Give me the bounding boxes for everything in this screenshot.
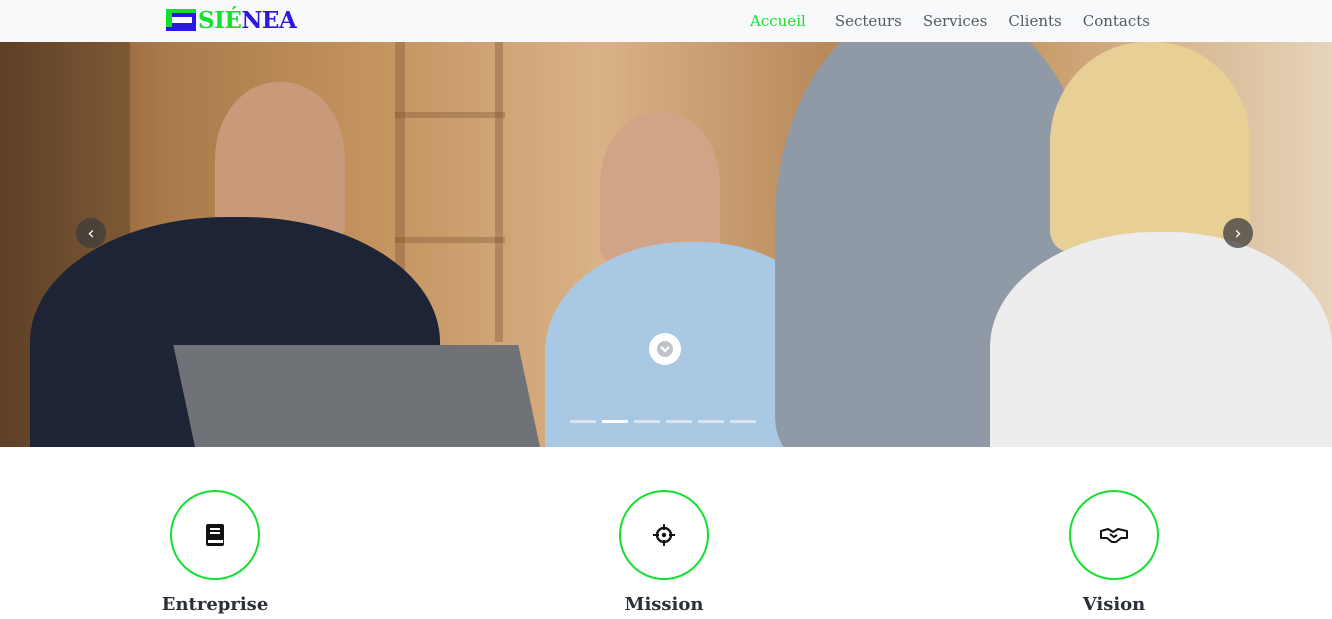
nav-item-secteurs[interactable]: Secteurs [835, 12, 902, 30]
main-nav: Accueil Secteurs Services Clients Contac… [729, 0, 1150, 42]
handshake-icon [1100, 528, 1128, 543]
carousel-indicator[interactable] [634, 420, 660, 423]
hero-carousel: ‹ › [0, 42, 1332, 447]
logo-mark-icon [166, 9, 196, 31]
nav-item-services[interactable]: Services [923, 12, 988, 30]
carousel-indicator[interactable] [570, 420, 596, 423]
person-striped-shirt [990, 232, 1332, 447]
shelf-board [395, 237, 505, 243]
carousel-indicator[interactable] [698, 420, 724, 423]
feature-circle [1069, 490, 1159, 580]
feature-title: Mission [624, 594, 704, 615]
shelf-post [495, 42, 503, 342]
site-logo[interactable]: SIÉNEA [166, 6, 297, 34]
laptop [173, 345, 542, 447]
feature-title: Vision [1082, 594, 1146, 615]
carousel-prev-button[interactable]: ‹ [76, 218, 106, 248]
book-icon [206, 524, 224, 546]
feature-mission[interactable]: Mission [544, 490, 784, 615]
chevron-down-icon [657, 341, 673, 357]
chevron-right-icon: › [1234, 222, 1242, 244]
feature-entreprise[interactable]: Entreprise [95, 490, 335, 615]
carousel-indicators [570, 420, 756, 423]
crosshair-icon [653, 524, 675, 546]
feature-vision[interactable]: Vision [994, 490, 1234, 615]
scroll-down-button[interactable] [649, 333, 681, 365]
nav-item-contacts[interactable]: Contacts [1083, 12, 1150, 30]
person-head [600, 112, 720, 262]
chevron-left-icon: ‹ [87, 222, 95, 244]
person-head [1050, 42, 1250, 252]
carousel-indicator[interactable] [666, 420, 692, 423]
feature-circle [170, 490, 260, 580]
navbar: SIÉNEA Accueil Secteurs Services Clients… [0, 0, 1332, 42]
feature-title: Entreprise [161, 594, 269, 615]
shelf-board [395, 112, 505, 118]
nav-item-clients[interactable]: Clients [1008, 12, 1061, 30]
carousel-next-button[interactable]: › [1223, 218, 1253, 248]
feature-circle [619, 490, 709, 580]
nav-item-accueil[interactable]: Accueil [750, 12, 806, 30]
logo-text-part1: SIÉ [198, 6, 242, 34]
logo-text-part2: NEA [241, 6, 297, 34]
carousel-indicator[interactable] [730, 420, 756, 423]
carousel-indicator-active[interactable] [602, 420, 628, 423]
